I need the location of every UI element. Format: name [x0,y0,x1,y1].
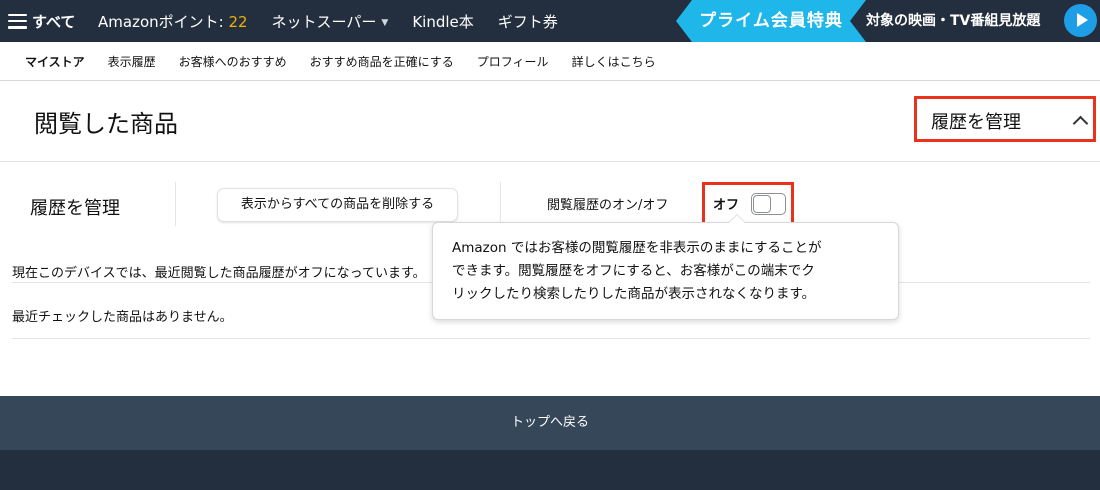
all-menu-label: すべて [32,12,76,31]
nav-gift-card[interactable]: ギフト券 [498,11,558,32]
popover-line: できます。閲覧履歴をオフにすると、お客様がこの端末でク [452,263,815,279]
play-icon[interactable] [1064,4,1097,37]
page-title: 閲覧した商品 [34,110,178,138]
history-onoff-label: 閲覧履歴のオン/オフ [547,198,669,213]
manage-history-heading: 履歴を管理 [30,198,120,219]
no-items-message: 最近チェックした商品はありません。 [12,310,233,325]
nav-kindle[interactable]: Kindle本 [412,11,473,32]
manage-history-toggle[interactable]: 履歴を管理 [914,96,1096,142]
history-info-popover: Amazon ではお客様の閲覧履歴を非表示のままにすることが できます。閲覧履歴… [432,214,899,320]
row-divider [12,338,1090,339]
manage-history-toggle-label: 履歴を管理 [931,112,1021,133]
history-off-message: 現在このデバイスでは、最近閲覧した商品履歴がオフになっています。 [12,266,426,281]
history-toggle-state: オフ [713,198,740,213]
header-divider [0,161,1100,162]
subnav-profile[interactable]: プロフィール [477,53,549,70]
popover-line: Amazon ではお客様の閲覧履歴を非表示のままにすることが [452,240,822,256]
all-menu-button[interactable]: すべて [8,9,75,33]
subnav-learn-more[interactable]: 詳しくはこちら [572,53,656,70]
chevron-up-icon [1072,115,1089,132]
vertical-divider [175,182,176,226]
vertical-divider [500,182,501,226]
footer [0,450,1100,490]
nav-net-super[interactable]: ネットスーパー ▼ [272,11,389,32]
toggle-knob [753,195,771,213]
subnav-improve-recommendations[interactable]: おすすめ商品を正確にする [310,53,454,70]
hamburger-icon [8,13,27,29]
history-toggle-highlight: オフ [702,182,794,226]
prime-video-promo[interactable]: 対象の映画・TV番組見放題 [866,0,1040,42]
delete-all-items-button[interactable]: 表示からすべての商品を削除する [217,188,458,222]
top-navigation-bar: すべて Amazonポイント: 22 ネットスーパー ▼ Kindle本 ギフト券… [0,0,1100,42]
subnav-my-store[interactable]: マイストア [25,53,85,70]
prime-benefits-banner[interactable]: プライム会員特典 [676,0,866,42]
back-to-top-button[interactable]: トップへ戻る [0,396,1100,450]
sub-navigation-bar: マイストア 表示履歴 お客様へのおすすめ おすすめ商品を正確にする プロフィール… [0,42,1100,81]
caret-down-icon: ▼ [381,17,389,28]
nav-amazon-points[interactable]: Amazonポイント: 22 [98,11,248,32]
subnav-browsing-history[interactable]: 表示履歴 [108,53,156,70]
points-value: 22 [228,12,248,31]
history-toggle-switch[interactable] [751,193,786,215]
subnav-recommendations[interactable]: お客様へのおすすめ [179,53,287,70]
points-label: Amazonポイント: [98,12,229,31]
nav-net-super-label: ネットスーパー [271,12,377,31]
popover-text: Amazon ではお客様の閲覧履歴を非表示のままにすることが できます。閲覧履歴… [452,237,882,306]
nav-links: Amazonポイント: 22 ネットスーパー ▼ Kindle本 ギフト券 [98,0,582,42]
popover-line: リックしたり検索したりした商品が表示されなくなります。 [452,286,816,302]
